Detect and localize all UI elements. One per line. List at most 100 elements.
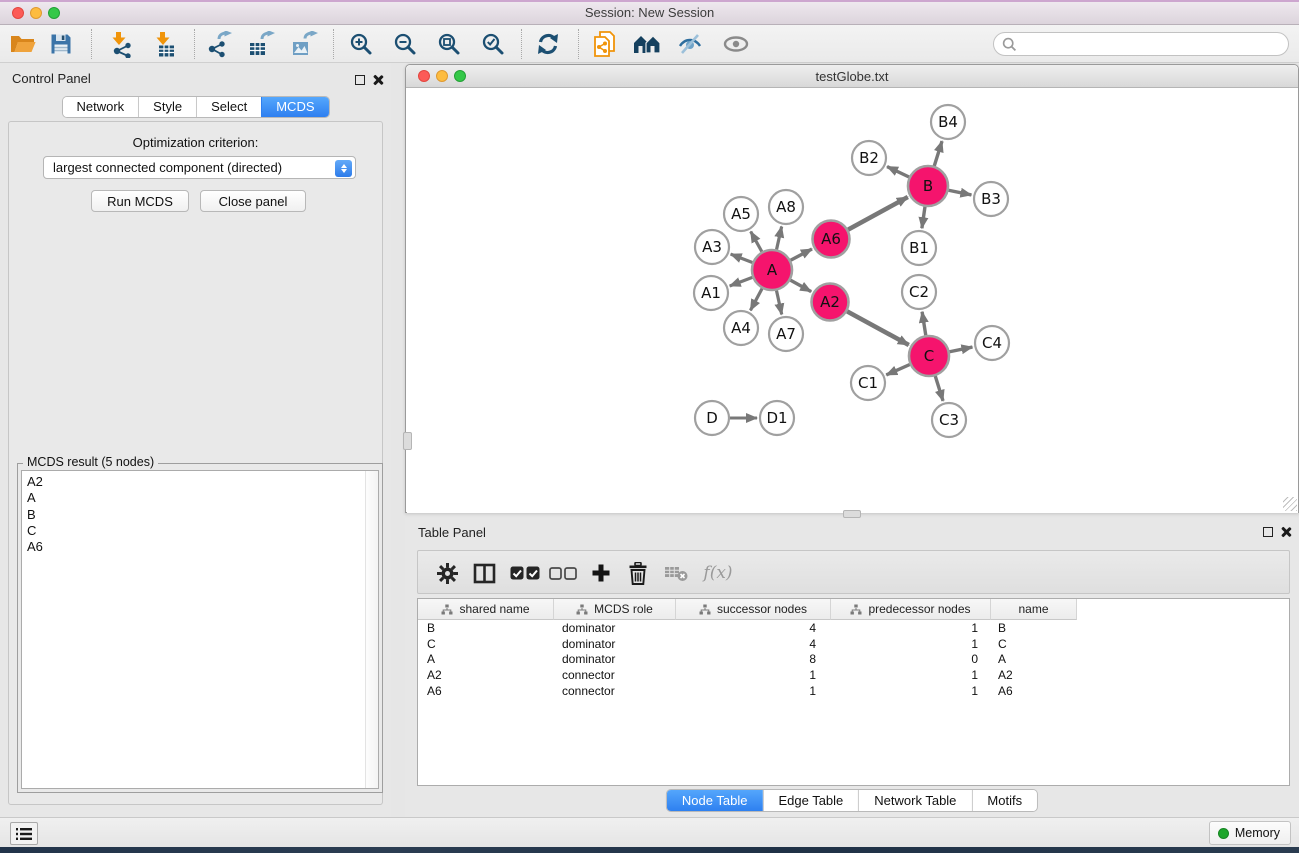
import-table-button[interactable] [150, 30, 180, 58]
zoom-in-button[interactable] [346, 30, 376, 58]
export-table-button[interactable] [246, 30, 276, 58]
table-float-button[interactable] [1261, 525, 1275, 539]
edge-A-A1[interactable] [730, 277, 753, 286]
create-column-button[interactable] [586, 559, 616, 587]
optimization-criterion-select[interactable]: largest connected component (directed) [43, 156, 356, 179]
tab-node-table[interactable]: Node Table [667, 790, 763, 811]
table-row[interactable]: A6connector11A6 [418, 683, 1289, 699]
edge-A-A6[interactable] [791, 249, 812, 260]
edge-A6-B[interactable] [848, 197, 908, 230]
export-network-button[interactable] [204, 30, 234, 58]
column-header-mcds-role[interactable]: MCDS role [554, 599, 676, 620]
float-panel-button[interactable] [353, 73, 367, 87]
run-mcds-button[interactable]: Run MCDS [91, 190, 189, 212]
close-panel-action-button[interactable]: Close panel [200, 190, 306, 212]
eye-slash-icon [677, 33, 703, 55]
export-image-icon [291, 31, 318, 58]
import-network-icon [108, 31, 135, 58]
table-row[interactable]: A2connector11A2 [418, 667, 1289, 683]
network-canvas[interactable]: AA1A2A3A4A5A6A7A8BB1B2B3B4CC1C2C3C4DD1 [407, 89, 1298, 513]
window-resize-grip[interactable] [1283, 497, 1297, 511]
eye-icon [723, 34, 749, 54]
network-window-titlebar: testGlobe.txt [406, 65, 1298, 88]
zoom-selected-button[interactable] [478, 30, 508, 58]
import-network-button[interactable] [106, 30, 136, 58]
mcds-result-list[interactable]: A2ABCA6 [21, 470, 379, 789]
export-image-button[interactable] [289, 30, 319, 58]
edge-A2-C[interactable] [847, 311, 909, 345]
select-all-button[interactable] [508, 559, 542, 587]
export-network-icon [206, 31, 233, 58]
edge-B-B2[interactable] [887, 167, 909, 177]
criterion-value: largest connected component (directed) [53, 160, 282, 175]
edge-B-B1[interactable] [922, 207, 925, 228]
cell: A2 [418, 668, 554, 682]
column-header-predecessor-nodes[interactable]: predecessor nodes [831, 599, 991, 620]
mcds-result-item: C [22, 523, 378, 539]
task-history-button[interactable] [10, 822, 38, 845]
column-header-successor-nodes[interactable]: successor nodes [676, 599, 831, 620]
hide-details-button[interactable] [675, 30, 705, 58]
cell: 1 [831, 621, 991, 635]
save-session-button[interactable] [46, 30, 76, 58]
tab-style[interactable]: Style [138, 97, 196, 117]
show-details-button[interactable] [721, 30, 751, 58]
column-header-name[interactable]: name [991, 599, 1077, 620]
node-label-B4: B4 [938, 113, 958, 131]
table-toolbar: f(x) [417, 550, 1290, 594]
table-row[interactable]: Bdominator41B [418, 620, 1289, 636]
tab-select[interactable]: Select [196, 97, 261, 117]
edge-C-C4[interactable] [950, 347, 973, 352]
copy-network-button[interactable] [590, 30, 620, 58]
tab-network[interactable]: Network [62, 97, 138, 117]
tab-motifs[interactable]: Motifs [971, 790, 1037, 811]
mcds-scrollbar[interactable] [365, 471, 378, 788]
home-networks-button[interactable] [632, 30, 662, 58]
edge-A-A8[interactable] [777, 227, 782, 250]
function-builder-button[interactable]: f(x) [698, 559, 738, 587]
table-close-button[interactable] [1279, 525, 1293, 539]
edge-C-C1[interactable] [886, 364, 910, 374]
column-header-shared-name[interactable]: shared name [418, 599, 554, 620]
node-label-A4: A4 [731, 319, 751, 337]
close-panel-button[interactable] [371, 73, 385, 87]
edge-A-A4[interactable] [750, 289, 762, 311]
cell: A6 [991, 684, 1077, 698]
table-settings-button[interactable] [432, 559, 462, 587]
panel-splitter-handle[interactable] [403, 432, 412, 450]
zoom-out-button[interactable] [390, 30, 420, 58]
split-view-button[interactable] [469, 559, 499, 587]
export-table-icon [248, 31, 275, 58]
edge-C-C2[interactable] [922, 312, 926, 335]
node-label-D: D [706, 409, 718, 427]
panel-splitter-handle[interactable] [843, 510, 861, 518]
delete-column-button[interactable] [623, 559, 653, 587]
open-session-button[interactable] [8, 30, 38, 58]
delete-table-button[interactable] [661, 559, 691, 587]
fx-icon: f(x) [703, 563, 732, 583]
table-row[interactable]: Adominator80A [418, 652, 1289, 668]
edge-A-A7[interactable] [776, 291, 781, 315]
edge-B-B4[interactable] [934, 141, 942, 166]
apply-layout-button[interactable] [533, 30, 563, 58]
plus-icon [591, 563, 611, 583]
search-input[interactable] [1021, 35, 1288, 53]
edge-A-A5[interactable] [751, 231, 762, 251]
tab-network-table[interactable]: Network Table [858, 790, 971, 811]
cell: connector [554, 684, 676, 698]
tab-mcds[interactable]: MCDS [261, 97, 328, 117]
deselect-all-button[interactable] [546, 559, 580, 587]
edge-A-A3[interactable] [731, 254, 753, 262]
memory-button[interactable]: Memory [1209, 821, 1291, 845]
cell: A6 [418, 684, 554, 698]
edge-C-C3[interactable] [935, 376, 943, 401]
edge-B-B3[interactable] [949, 190, 972, 195]
edge-A-A2[interactable] [790, 280, 811, 291]
tab-edge-table[interactable]: Edge Table [762, 790, 858, 811]
column-type-icon [699, 604, 711, 615]
cell: 8 [676, 652, 831, 666]
zoom-fit-button[interactable] [434, 30, 464, 58]
node-table[interactable]: shared nameMCDS rolesuccessor nodesprede… [417, 598, 1290, 786]
checked-boxes-icon [510, 566, 540, 581]
table-row[interactable]: Cdominator41C [418, 636, 1289, 652]
